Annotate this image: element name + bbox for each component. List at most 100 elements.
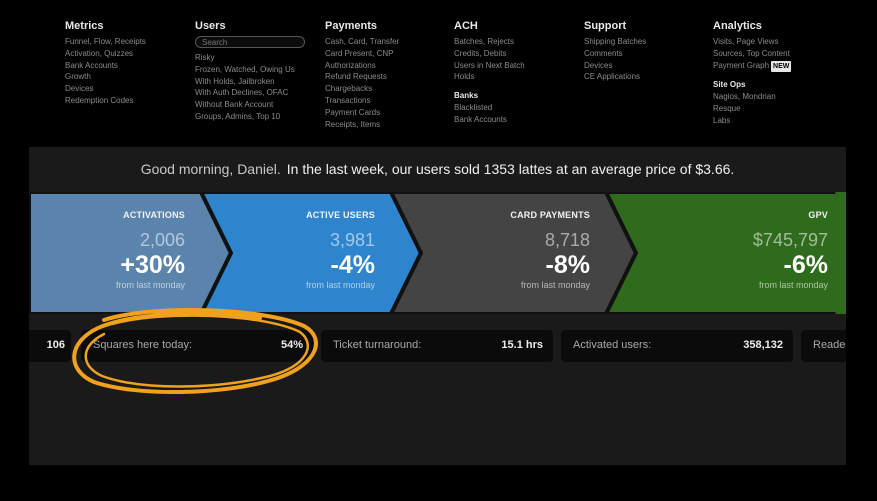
metric-tile-value: 106 [46,339,65,351]
nav-link-label: Blacklisted [454,103,493,113]
nav-link-label: Sources, Top Content [713,48,790,58]
nav-column-ach: ACH Batches, Rejects Credits, Debits Users … [454,20,579,126]
metric-tile-partial-right: Reade [801,330,846,362]
nav-link-groups-admins-top-10[interactable]: Groups, Admins, Top 10 [195,111,320,123]
nav-link-label: Payment Graph [713,60,770,70]
stat-gpv[interactable]: GPV $745,797 -6% from last monday [634,192,828,314]
greeting-banner: Good morning, Daniel. In the last week, o… [29,161,846,177]
nav-link-label: Bank Accounts [454,114,507,124]
nav-link-sources-top-content[interactable]: Sources, Top Content [713,48,838,60]
nav-link-holds[interactable]: Holds [454,71,579,83]
nav-link-authorizations[interactable]: Authorizations [325,60,450,72]
nav-link-redemption-codes[interactable]: Redemption Codes [65,95,190,107]
nav-link-credits-debits[interactable]: Credits, Debits [454,48,579,60]
stat-card-payments[interactable]: CARD PAYMENTS 8,718 -8% from last monday [419,192,590,314]
nav-link-label: Transactions [325,95,371,105]
annotation-stroke-inner [84,314,310,388]
nav-heading-analytics[interactable]: Analytics [713,20,838,32]
nav-link-label: Payment Cards [325,107,381,117]
nav-link-refund-requests[interactable]: Refund Requests [325,71,450,83]
nav-link-receipts-items[interactable]: Receipts, Items [325,119,450,131]
nav-link-funnel-flow-receipts[interactable]: Funnel, Flow, Receipts [65,36,190,48]
nav-link-ce-applications[interactable]: CE Applications [584,71,709,83]
metric-tile-label: Activated users: [573,339,652,351]
nav-link-frozen-watched-owing-us[interactable]: Frozen, Watched, Owing Us [195,64,320,76]
nav-link-label: Frozen, Watched, Owing Us [195,64,295,74]
nav-link-with-auth-declines-ofac[interactable]: With Auth Declines, OFAC [195,87,320,99]
metric-tile-ticket-turnaround: Ticket turnaround: 15.1 hrs [321,330,553,362]
nav-link-card-present-cnp[interactable]: Card Present, CNP [325,48,450,60]
nav-heading-payments[interactable]: Payments [325,20,450,32]
nav-link-payment-graph[interactable]: Payment Graph NEW [713,60,838,73]
stat-value: 2,006 [139,230,185,250]
stat-note: from last monday [305,280,375,290]
nav-link-label: CE Applications [584,72,641,82]
nav-link-label: Nagios, Mondrian [713,92,776,102]
nav-link-transactions[interactable]: Transactions [325,95,450,107]
nav-link-growth[interactable]: Growth [65,71,190,83]
nav-link-nagios-mondrian[interactable]: Nagios, Mondrian [713,91,838,103]
nav-link-devices[interactable]: Devices [584,60,709,72]
nav-link-payment-cards[interactable]: Payment Cards [325,107,450,119]
nav-link-batches-rejects[interactable]: Batches, Rejects [454,36,579,48]
nav-link-label: Activation, Quizzes [65,48,134,58]
new-badge: NEW [771,60,792,73]
nav-heading-metrics[interactable]: Metrics [65,20,190,32]
top-navigation: Metrics Funnel, Flow, Receipts Activation,… [65,20,865,140]
nav-link-visits-page-views[interactable]: Visits, Page Views [713,36,838,48]
nav-heading-support[interactable]: Support [584,20,709,32]
nav-column-support: Support Shipping Batches Comments Devices CE… [584,20,709,83]
nav-link-cash-card-transfer[interactable]: Cash, Card, Transfer [325,36,450,48]
nav-link-chargebacks[interactable]: Chargebacks [325,83,450,95]
nav-link-label: Card Present, CNP [325,48,394,58]
nav-link-label: Devices [65,84,94,94]
stat-change: +30% [120,251,185,279]
nav-link-resque[interactable]: Resque [713,103,838,115]
stat-value: 8,718 [544,230,590,250]
stat-activations[interactable]: ACTIVATIONS 2,006 +30% from last monday [29,192,185,314]
nav-link-label: Groups, Admins, Top 10 [195,111,281,121]
nav-link-users-in-next-batch[interactable]: Users in Next Batch [454,60,579,72]
stat-label: ACTIVE USERS [306,210,375,220]
nav-link-bank-accounts[interactable]: Bank Accounts [65,60,190,72]
nav-link-without-bank-account[interactable]: Without Bank Account [195,99,320,111]
nav-link-label: Comments [584,48,623,58]
nav-link-bank-accounts[interactable]: Bank Accounts [454,114,579,126]
nav-column-payments: Payments Cash, Card, Transfer Card Present… [325,20,450,130]
nav-link-label: Chargebacks [325,84,373,94]
stat-change: -8% [545,251,590,279]
nav-link-shipping-batches[interactable]: Shipping Batches [584,36,709,48]
nav-link-activation-quizzes[interactable]: Activation, Quizzes [65,48,190,60]
nav-link-devices[interactable]: Devices [65,83,190,95]
stat-value: $745,797 [752,230,828,250]
stat-change: -4% [330,251,375,279]
nav-link-label: Resque [713,104,741,114]
stat-active-users[interactable]: ACTIVE USERS 3,981 -4% from last monday [229,192,375,314]
nav-link-label: Bank Accounts [65,60,118,70]
nav-link-label: Refund Requests [325,72,387,82]
metric-tile-label: Ticket turnaround: [333,339,422,351]
nav-heading-ach[interactable]: ACH [454,20,579,32]
nav-link-blacklisted[interactable]: Blacklisted [454,102,579,114]
nav-link-label: Holds [454,72,475,82]
metric-tile-label: Reade [813,339,846,351]
nav-link-with-holds-jailbroken[interactable]: With Holds, Jailbroken [195,76,320,88]
nav-link-label: Visits, Page Views [713,37,779,46]
nav-column-users: Users Risky Frozen, Watched, Owing Us With … [195,20,320,123]
metric-tile-value: 358,132 [743,339,783,351]
stat-note: from last monday [758,280,828,290]
nav-link-comments[interactable]: Comments [584,48,709,60]
nav-link-label: With Auth Declines, OFAC [195,88,289,98]
metric-tile-activated-users: Activated users: 358,132 [561,330,793,362]
stat-note: from last monday [115,280,185,290]
nav-link-label: Funnel, Flow, Receipts [65,37,146,46]
nav-link-risky[interactable]: Risky [195,52,320,64]
nav-link-label: Risky [195,53,215,62]
nav-heading-users[interactable]: Users [195,20,320,32]
user-search-input[interactable] [195,36,305,48]
stats-strip: ACTIVATIONS 2,006 +30% from last monday … [29,192,846,314]
greeting-salutation: Good morning, Daniel. [140,161,281,177]
nav-link-labs[interactable]: Labs [713,115,838,127]
stat-label: GPV [808,210,828,220]
greeting-summary: In the last week, our users sold 1353 la… [286,161,735,177]
